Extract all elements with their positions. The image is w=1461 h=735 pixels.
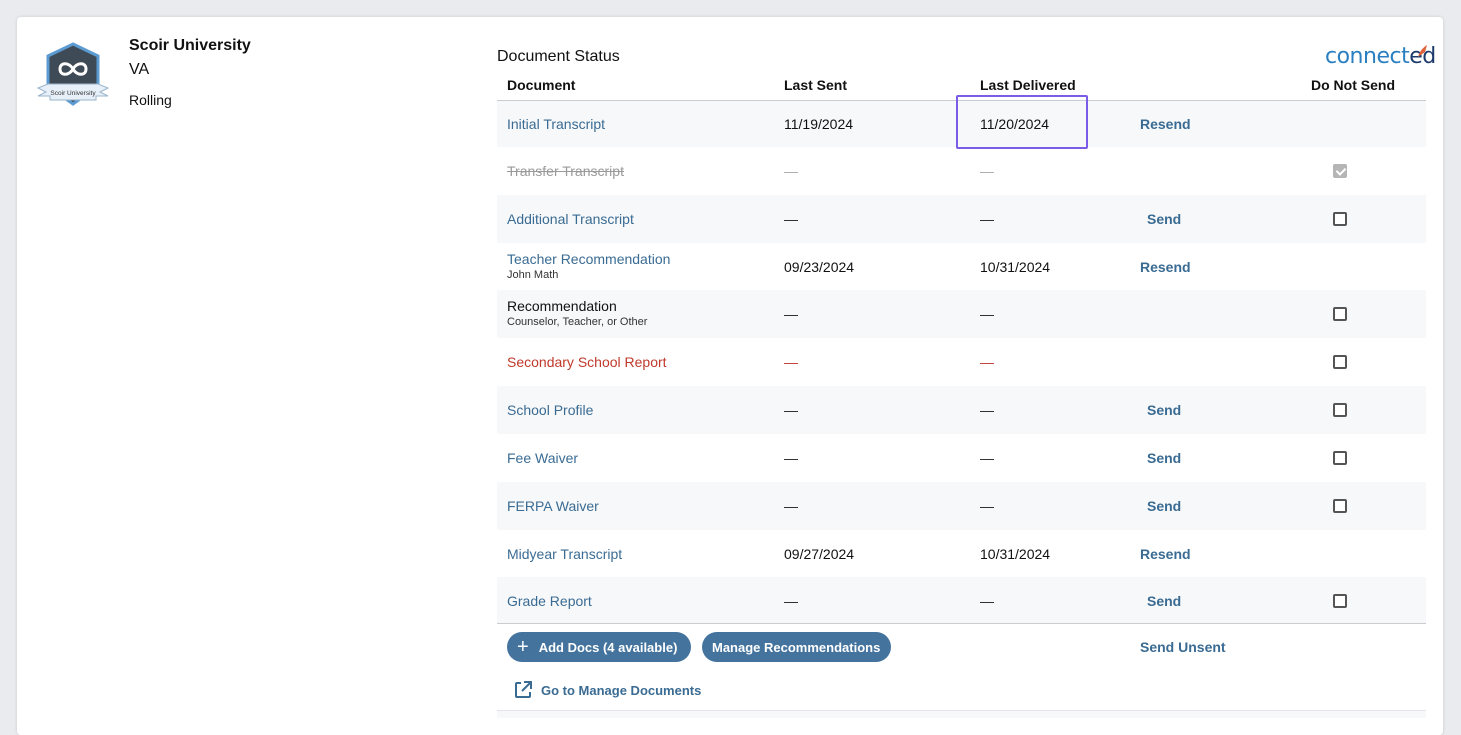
table-row: Transfer Transcript — — [497, 147, 1426, 195]
do-not-send-checkbox[interactable] [1333, 212, 1347, 226]
last-sent-value: — [784, 592, 798, 609]
do-not-send-checkbox[interactable] [1333, 451, 1347, 465]
do-not-send-checkbox[interactable] [1333, 355, 1347, 369]
document-name[interactable]: FERPA Waiver [507, 498, 599, 514]
table-row: Recommendation Counselor, Teacher, or Oth… [497, 290, 1426, 338]
connected-spark-icon [1418, 45, 1427, 57]
add-docs-label: Add Docs (4 available) [538, 639, 678, 655]
external-link-icon [515, 681, 532, 698]
table-row: School Profile — — Send [497, 386, 1426, 434]
table-row: Teacher Recommendation John Math 09/23/202… [497, 243, 1426, 290]
manage-recommendations-button[interactable]: Manage Recommendations [702, 632, 891, 662]
last-sent-value: — [784, 306, 798, 322]
table-row: Secondary School Report — — [497, 338, 1426, 386]
footer-divider [497, 623, 1426, 624]
last-sent-value: 09/27/2024 [784, 545, 855, 562]
last-delivered-value: — [980, 211, 994, 227]
document-name[interactable]: Fee Waiver [507, 450, 578, 466]
go-to-manage-documents-link[interactable]: Go to Manage Documents [513, 680, 701, 700]
resend-button[interactable]: Resend [1140, 116, 1191, 132]
send-unsent-button[interactable]: Send Unsent [1140, 639, 1226, 655]
send-button[interactable]: Send [1147, 211, 1181, 227]
do-not-send-checkbox[interactable] [1333, 499, 1347, 513]
document-name[interactable]: Teacher Recommendation [507, 251, 670, 267]
last-sent-value: — [784, 211, 798, 227]
manage-recommendations-label: Manage Recommendations [712, 639, 881, 655]
document-subtitle: Counselor, Teacher, or Other [507, 316, 648, 328]
school-state: VA [129, 61, 150, 78]
last-delivered-value: — [980, 498, 994, 514]
table-row: FERPA Waiver — — Send [497, 482, 1426, 530]
table-row: Fee Waiver — — Send [497, 434, 1426, 482]
last-sent-value: — [784, 163, 798, 179]
last-sent-value: — [784, 450, 798, 466]
document-name[interactable]: Additional Transcript [507, 211, 634, 227]
school-name: Scoir University [129, 37, 251, 54]
document-name[interactable]: Midyear Transcript [507, 546, 622, 562]
do-not-send-checkbox[interactable] [1333, 403, 1347, 417]
last-sent-value: — [784, 402, 798, 418]
logo-banner-text: Scoir University [50, 90, 96, 97]
go-to-manage-documents-label: Go to Manage Documents [541, 682, 702, 698]
last-sent-value: 09/23/2024 [784, 258, 855, 275]
last-delivered-value: — [980, 354, 994, 370]
document-name[interactable]: Initial Transcript [507, 116, 605, 132]
school-logo: Scoir University [36, 42, 110, 106]
send-button[interactable]: Send [1147, 402, 1181, 418]
document-name: Secondary School Report [507, 354, 667, 370]
send-button[interactable]: Send [1147, 450, 1181, 466]
plus-icon: + [517, 636, 529, 658]
last-sent-value: — [784, 354, 798, 370]
col-header-do-not-send: Do Not Send [1311, 77, 1395, 93]
col-header-last-delivered: Last Delivered [980, 77, 1076, 93]
document-name: Recommendation [507, 298, 617, 314]
last-sent-value: 11/19/2024 [784, 116, 854, 132]
last-sent-value: — [784, 498, 798, 514]
last-delivered-value: 10/31/2024 [980, 545, 1051, 562]
add-docs-button[interactable]: + Add Docs (4 available) [507, 632, 691, 662]
last-delivered-value: 10/31/2024 [980, 258, 1051, 275]
send-button[interactable]: Send [1147, 498, 1181, 514]
do-not-send-checkbox [1333, 164, 1347, 178]
school-deadline: Rolling [129, 92, 172, 108]
resend-button[interactable]: Resend [1140, 259, 1191, 275]
do-not-send-checkbox[interactable] [1333, 593, 1347, 608]
document-subtitle: John Math [507, 268, 559, 281]
last-delivered-value: — [980, 306, 994, 322]
section-title: Document Status [497, 48, 620, 65]
connected-logo-part1: connect [1325, 44, 1410, 69]
bottom-strip [497, 710, 1426, 718]
table-row: Grade Report — — Send [497, 577, 1426, 624]
col-header-document: Document [507, 77, 576, 93]
last-delivered-value: — [980, 402, 994, 418]
send-button[interactable]: Send [1147, 593, 1181, 609]
last-delivered-value: — [980, 450, 994, 466]
table-row: Midyear Transcript 09/27/2024 10/31/2024 Re… [497, 530, 1426, 577]
table-row: Additional Transcript — — Send [497, 195, 1426, 243]
document-name[interactable]: Grade Report [507, 593, 592, 609]
last-delivered-value: — [980, 163, 994, 179]
do-not-send-checkbox[interactable] [1333, 307, 1347, 321]
highlight-box [956, 95, 1088, 149]
document-name[interactable]: School Profile [507, 402, 593, 418]
resend-button[interactable]: Resend [1140, 546, 1191, 562]
document-name: Transfer Transcript [507, 163, 624, 179]
last-delivered-value: — [980, 592, 994, 609]
col-header-last-sent: Last Sent [784, 77, 848, 93]
